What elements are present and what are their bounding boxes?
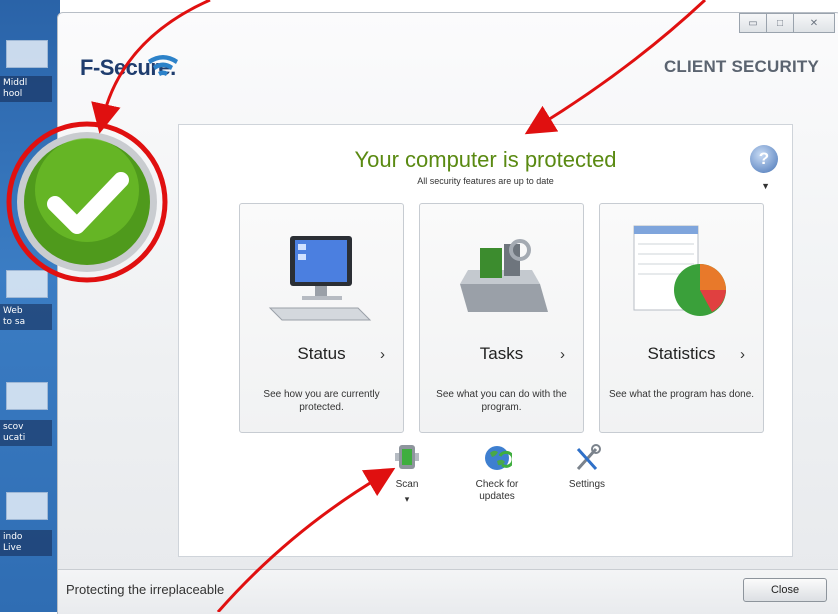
close-button[interactable]: Close [743,578,827,602]
desktop-shortcut-icon[interactable] [6,382,48,410]
desktop-shortcut-icon[interactable] [6,492,48,520]
help-icon[interactable]: ? [750,145,778,173]
help-dropdown-arrow-icon[interactable]: ▼ [761,181,770,191]
desktop-shortcut-label[interactable]: Web to sa [0,304,52,330]
main-panel: Your computer is protected All security … [178,124,793,557]
desktop-background: Middl hool Web to sa scov ucati indo Liv… [0,0,60,612]
desktop-shortcut-label[interactable]: Middl hool [0,76,52,102]
settings-label: Settings [568,479,606,490]
scan-label: Scan [395,479,419,490]
f-secure-logo-icon [147,55,178,76]
scan-button[interactable]: Scan ▾ [372,443,442,505]
window-controls: ▭ □ ✕ [739,13,835,33]
check-for-updates-label: Check for updates [475,479,519,502]
desktop-shortcut-icon[interactable] [6,40,48,68]
statistics-card-description: See what the program has done. [608,389,755,400]
desktop-shortcut-label[interactable]: indo Live [0,530,52,556]
status-card[interactable]: Status › See how you are currently prote… [239,203,404,433]
tasks-card[interactable]: Tasks › See what you can do with the pro… [419,203,584,433]
protection-status-headline: Your computer is protected [354,147,617,172]
globe-update-icon [485,446,512,470]
chevron-right-icon: › [560,346,565,363]
chevron-right-icon: › [740,346,745,363]
footer-tagline: Protecting the irreplaceable [66,582,225,597]
statistics-card[interactable]: Statistics › See what the program has do… [599,203,764,433]
maximize-button[interactable]: □ [766,13,794,33]
pie-chart-icon [633,225,726,316]
statistics-card-title: Statistics [647,344,716,363]
settings-button[interactable]: Settings [552,443,622,490]
minimize-button[interactable]: ▭ [739,13,767,33]
settings-tools-icon [576,444,601,471]
app-window: ▭ □ ✕ F-Secure. CLIENT SECURITY Your com… [57,12,838,614]
protected-checkmark-icon [6,121,168,283]
desktop-shortcut-label[interactable]: scov ucati [0,420,52,446]
tasks-card-title: Tasks [479,344,524,363]
status-card-description: See how you are currently protected. [263,389,380,413]
protection-status-subline: All security features are up to date [417,176,554,186]
tasks-card-description: See what you can do with the program. [436,389,567,413]
toolbox-icon [460,239,548,312]
scan-dropdown-arrow-icon[interactable]: ▾ [372,494,442,505]
window-close-button[interactable]: ✕ [793,13,835,33]
brand-logo: F-Secure. [80,55,180,81]
check-for-updates-button[interactable]: Check for updates [462,443,532,503]
status-card-title: Status [297,344,346,363]
product-name: CLIENT SECURITY [663,57,819,76]
monitor-icon [268,236,372,321]
chevron-right-icon: › [380,346,385,363]
scan-icon [395,445,419,469]
footer-bar: Protecting the irreplaceable Close [58,569,838,614]
